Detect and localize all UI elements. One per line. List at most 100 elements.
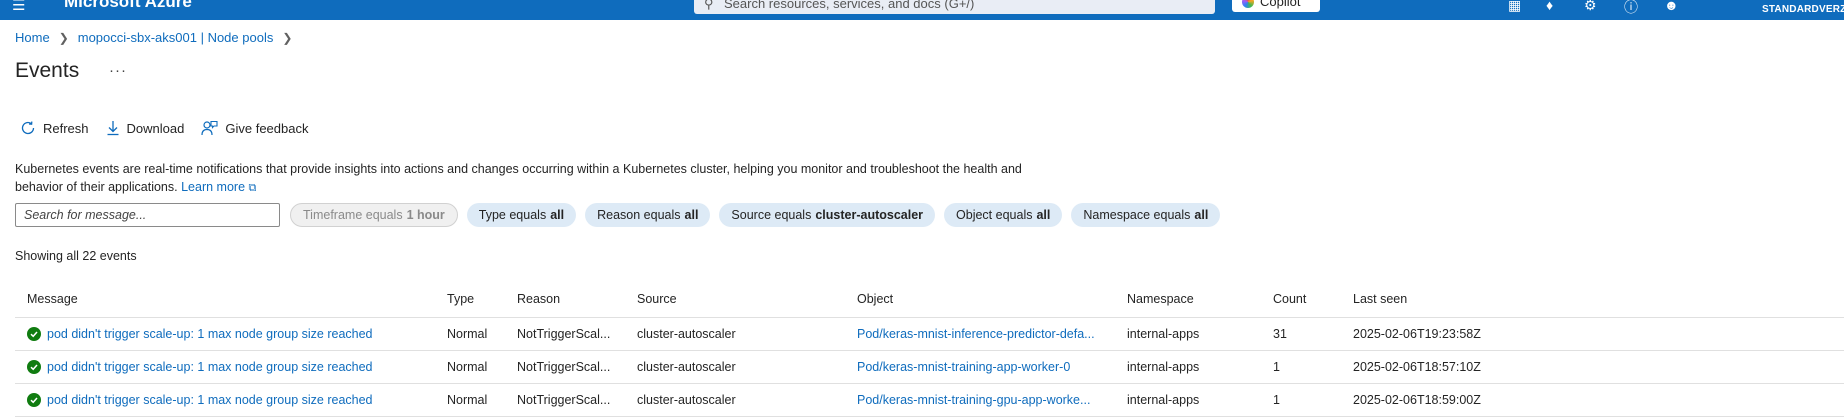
filter-pill-label: Reason equals	[597, 208, 681, 222]
brand-name[interactable]: Microsoft Azure	[64, 0, 192, 12]
count-cell: 1	[1273, 393, 1280, 407]
column-header-reason[interactable]: Reason	[517, 280, 637, 317]
filter-pill-label: Namespace equals	[1083, 208, 1191, 222]
filter-pills: Timeframe equals 1 hour Type equals all Re…	[290, 203, 1229, 227]
learn-more-link[interactable]: Learn more	[181, 180, 245, 194]
filter-pill-value: cluster-autoscaler	[815, 208, 924, 222]
table-header-row: Message Type Reason Source Object Namesp…	[15, 280, 1844, 318]
source-cell: cluster-autoscaler	[637, 327, 736, 341]
source-cell: cluster-autoscaler	[637, 393, 736, 407]
type-cell: Normal	[447, 327, 488, 341]
breadcrumb-node-pools[interactable]: mopocci-sbx-aks001 | Node pools	[78, 30, 274, 45]
description-text: Kubernetes events are real-time notifica…	[15, 162, 1022, 194]
filter-pill-value: all	[684, 208, 699, 222]
settings-icon[interactable]: ⚙	[1584, 0, 1597, 14]
event-message-link[interactable]: pod didn't trigger scale-up: 1 max node …	[47, 393, 373, 407]
reason-cell: NotTriggerScal...	[517, 327, 611, 341]
notifications-icon[interactable]: ♦	[1546, 0, 1553, 13]
type-cell: Normal	[447, 360, 488, 374]
external-link-icon: ⧉	[248, 182, 257, 194]
refresh-button[interactable]: Refresh	[20, 120, 89, 136]
count-cell: 1	[1273, 360, 1280, 374]
filter-pill-type[interactable]: Type equals all	[466, 203, 577, 227]
filter-pill-timeframe: Timeframe equals 1 hour	[290, 203, 458, 227]
column-header-type[interactable]: Type	[447, 280, 517, 317]
filter-pill-label: Type equals	[478, 208, 547, 222]
filter-pill-source[interactable]: Source equals cluster-autoscaler	[719, 203, 936, 227]
namespace-cell: internal-apps	[1127, 327, 1200, 341]
top-bar: ☰ Microsoft Azure ⚲ Search resources, se…	[0, 0, 1844, 20]
namespace-cell: internal-apps	[1127, 393, 1200, 407]
download-button[interactable]: Download	[106, 120, 185, 136]
column-header-source[interactable]: Source	[637, 280, 857, 317]
filter-pill-value: all	[1036, 208, 1051, 222]
count-cell: 31	[1273, 327, 1287, 341]
last-seen-cell: 2025-02-06T19:23:58Z	[1353, 327, 1481, 341]
breadcrumb-home[interactable]: Home	[15, 30, 50, 45]
copilot-icon	[1242, 0, 1254, 8]
column-header-last-seen[interactable]: Last seen	[1353, 280, 1553, 317]
chevron-right-icon: ❯	[282, 30, 293, 45]
filter-pill-object[interactable]: Object equals all	[944, 203, 1063, 227]
object-link[interactable]: Pod/keras-mnist-training-gpu-app-worke..…	[857, 384, 1127, 416]
cloud-shell-icon[interactable]: ▦	[1508, 0, 1521, 14]
hamburger-icon[interactable]: ☰	[12, 0, 25, 14]
table-row: pod didn't trigger scale-up: 1 max node …	[15, 318, 1844, 351]
events-description: Kubernetes events are real-time notifica…	[15, 160, 1055, 197]
table-row: pod didn't trigger scale-up: 1 max node …	[15, 384, 1844, 417]
command-bar: Refresh Download Give feedback	[20, 120, 325, 136]
refresh-label: Refresh	[43, 120, 89, 136]
filter-pill-namespace[interactable]: Namespace equals all	[1071, 203, 1221, 227]
table-row: pod didn't trigger scale-up: 1 max node …	[15, 351, 1844, 384]
more-options-icon[interactable]: ···	[109, 62, 127, 79]
last-seen-cell: 2025-02-06T18:59:00Z	[1353, 393, 1481, 407]
last-seen-cell: 2025-02-06T18:57:10Z	[1353, 360, 1481, 374]
copilot-button[interactable]: Copilot	[1232, 0, 1320, 12]
feedback-icon[interactable]: ☻	[1664, 0, 1679, 13]
give-feedback-label: Give feedback	[225, 120, 309, 136]
filter-pill-value: all	[1194, 208, 1209, 222]
message-cell: pod didn't trigger scale-up: 1 max node …	[27, 384, 447, 416]
chevron-right-icon: ❯	[58, 30, 69, 45]
message-cell: pod didn't trigger scale-up: 1 max node …	[27, 318, 447, 350]
events-table: Message Type Reason Source Object Namesp…	[15, 280, 1844, 417]
search-icon: ⚲	[704, 0, 714, 11]
filter-pill-label: Source equals	[731, 208, 812, 222]
download-icon	[107, 121, 119, 136]
message-search-input[interactable]	[15, 203, 280, 227]
event-message-link[interactable]: pod didn't trigger scale-up: 1 max node …	[47, 327, 373, 341]
reason-cell: NotTriggerScal...	[517, 393, 611, 407]
filter-pill-reason[interactable]: Reason equals all	[585, 203, 711, 227]
column-header-message[interactable]: Message	[27, 280, 447, 317]
filter-pill-value: 1 hour	[406, 208, 445, 222]
account-label[interactable]: STANDARDVERZEE	[1762, 4, 1844, 15]
event-message-link[interactable]: pod didn't trigger scale-up: 1 max node …	[47, 360, 373, 374]
column-header-count[interactable]: Count	[1273, 280, 1353, 317]
column-header-object[interactable]: Object	[857, 280, 1127, 317]
filter-pill-label: Timeframe equals	[303, 208, 403, 222]
column-header-namespace[interactable]: Namespace	[1127, 280, 1273, 317]
help-icon[interactable]: ⓘ	[1624, 0, 1638, 17]
type-cell: Normal	[447, 393, 488, 407]
namespace-cell: internal-apps	[1127, 360, 1200, 374]
source-cell: cluster-autoscaler	[637, 360, 736, 374]
page-title: Events	[15, 59, 80, 82]
refresh-icon	[21, 121, 35, 135]
success-check-icon	[27, 393, 41, 407]
events-count-summary: Showing all 22 events	[15, 249, 137, 263]
copilot-label: Copilot	[1260, 0, 1301, 9]
object-link[interactable]: Pod/keras-mnist-inference-predictor-defa…	[857, 318, 1127, 350]
filter-pill-value: all	[550, 208, 565, 222]
breadcrumb: Home ❯ mopocci-sbx-aks001 | Node pools ❯	[15, 30, 301, 45]
reason-cell: NotTriggerScal...	[517, 360, 611, 374]
give-feedback-button[interactable]: Give feedback	[201, 120, 308, 136]
global-search[interactable]: ⚲ Search resources, services, and docs (…	[694, 0, 1215, 14]
success-check-icon	[27, 327, 41, 341]
global-search-placeholder: Search resources, services, and docs (G+…	[724, 0, 975, 11]
message-cell: pod didn't trigger scale-up: 1 max node …	[27, 351, 447, 383]
feedback-icon	[201, 120, 218, 136]
filter-pill-label: Object equals	[956, 208, 1033, 222]
download-label: Download	[126, 120, 185, 136]
object-link[interactable]: Pod/keras-mnist-training-app-worker-0	[857, 351, 1127, 383]
success-check-icon	[27, 360, 41, 374]
